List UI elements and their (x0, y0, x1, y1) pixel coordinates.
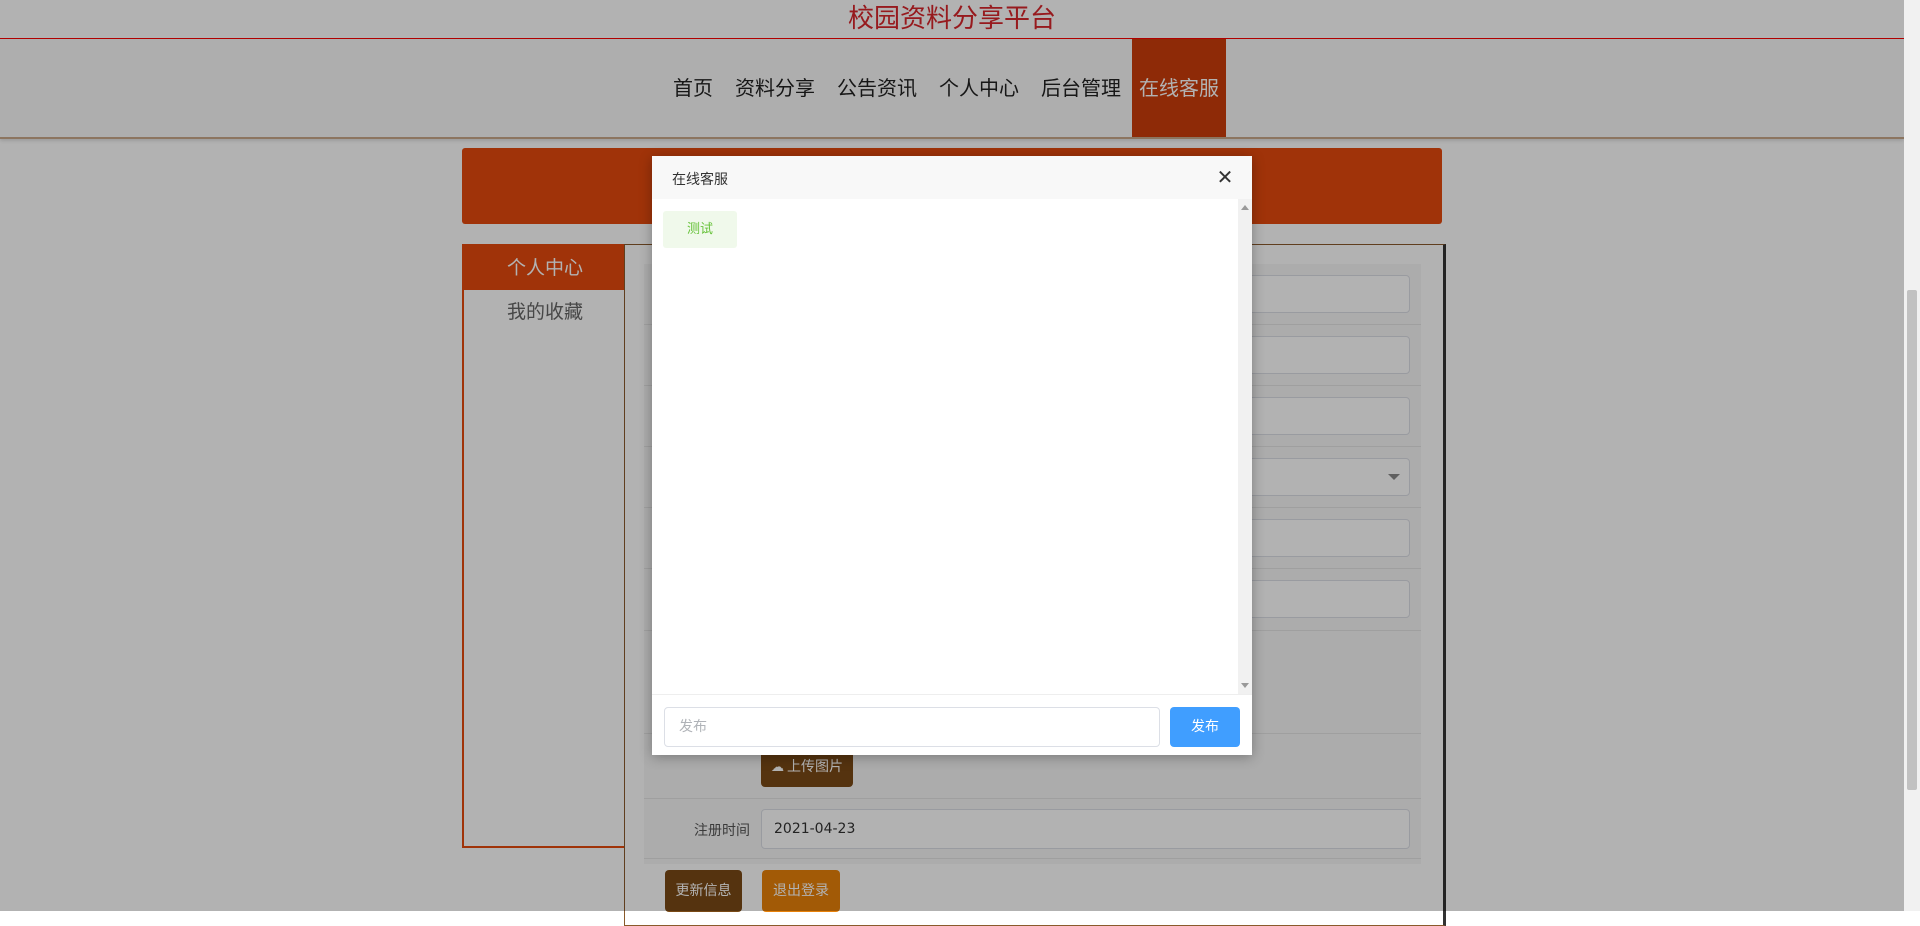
send-button[interactable]: 发布 (1170, 707, 1240, 747)
dialog-title: 在线客服 (672, 172, 728, 188)
scroll-up-arrow-icon[interactable] (1241, 205, 1249, 210)
scroll-down-arrow-icon[interactable] (1241, 683, 1249, 688)
chat-scrollbar[interactable] (1238, 199, 1252, 694)
chat-input[interactable] (664, 707, 1160, 747)
dialog-header: 在线客服 ✕ (652, 156, 1252, 200)
customer-service-dialog: 在线客服 ✕ 测试 发布 (652, 156, 1252, 755)
chat-message: 测试 (663, 211, 737, 248)
page-scrollbar-thumb[interactable] (1907, 290, 1917, 790)
close-icon[interactable]: ✕ (1214, 166, 1236, 188)
chat-message-area[interactable]: 测试 (652, 199, 1252, 695)
